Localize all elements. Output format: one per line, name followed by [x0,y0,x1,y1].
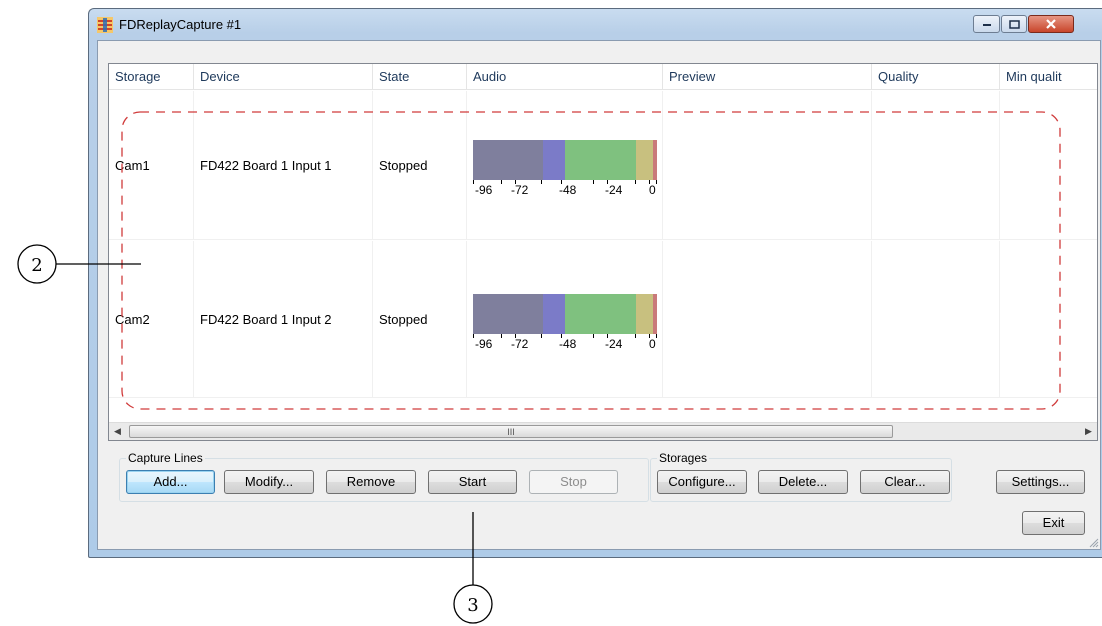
column-header-audio[interactable]: Audio [467,64,663,90]
window-title: FDReplayCapture #1 [119,17,242,32]
meter-scale-label: -96 [475,183,493,197]
thumb-grip: III [507,426,515,437]
exit-button[interactable]: Exit [1022,511,1085,535]
cell-audio: -96 -72 -48 -24 0 [467,241,663,397]
callout-2-circle [17,244,57,284]
meter-segment [473,294,543,334]
meter-tick [635,334,636,338]
column-header-state[interactable]: State [373,64,467,90]
close-button[interactable] [1028,15,1074,33]
meter-segment [473,140,543,180]
meter-segment [653,294,657,334]
meter-scale: -96 -72 -48 -24 0 [473,334,662,352]
storages-group: Storages Configure... Delete... Clear... [650,451,952,502]
meter-scale: -96 -72 -48 -24 0 [473,180,662,198]
meter-tick [635,180,636,184]
settings-button[interactable]: Settings... [996,470,1085,494]
meter-tick [593,334,594,338]
meter-tick [656,180,657,184]
meter-segment [636,140,653,180]
meter-scale-label: -96 [475,337,493,351]
meter-segment [636,294,653,334]
close-icon [1046,19,1056,29]
meter-segment [543,140,565,180]
meter-segment [653,140,657,180]
column-header-storage[interactable]: Storage [109,64,194,90]
meter-tick [501,180,502,184]
add-button[interactable]: Add... [126,470,215,494]
cell-audio: -96 -72 -48 -24 0 [467,91,663,239]
maximize-button[interactable] [1001,15,1027,33]
meter-tick [593,180,594,184]
start-button[interactable]: Start [428,470,517,494]
meter-scale-label: -48 [559,337,577,351]
title-bar[interactable]: FDReplayCapture #1 [89,9,1102,39]
cell-quality [872,241,1000,397]
cell-preview [663,241,872,397]
meter-segment [565,140,636,180]
meter-tick [501,334,502,338]
minimize-icon [982,24,991,26]
cell-min-quality [1000,241,1097,397]
app-icon [97,17,113,33]
remove-button[interactable]: Remove [326,470,416,494]
stop-button[interactable]: Stop [529,470,618,494]
meter-tick [541,180,542,184]
meter-tick [473,180,474,184]
scroll-right-arrow-icon[interactable]: ▶ [1080,423,1097,440]
meter-scale-label: -48 [559,183,577,197]
cell-quality [872,91,1000,239]
cell-storage: Cam1 [109,91,194,239]
cell-storage: Cam2 [109,241,194,397]
callout-3-circle [453,584,493,624]
cell-state: Stopped [373,241,467,397]
meter-tick [541,334,542,338]
capture-lines-group: Capture Lines Add... Modify... Remove St… [119,451,649,502]
app-window: FDReplayCapture #1 Storage Device State … [88,8,1102,558]
meter-scale-label: 0 [649,337,656,351]
column-header-quality[interactable]: Quality [872,64,1000,90]
meter-scale-label: -24 [605,337,623,351]
cell-state: Stopped [373,91,467,239]
clear-button[interactable]: Clear... [860,470,950,494]
client-area: Storage Device State Audio Preview Quali… [97,40,1101,550]
scroll-left-arrow-icon[interactable]: ◀ [109,423,126,440]
storages-label: Storages [657,451,710,465]
configure-button[interactable]: Configure... [657,470,747,494]
meter-scale-label: 0 [649,183,656,197]
cell-preview [663,91,872,239]
audio-level-meter: -96 -72 -48 -24 0 [473,140,662,198]
capture-lines-list[interactable]: Storage Device State Audio Preview Quali… [108,63,1098,441]
meter-bar [473,294,657,334]
meter-segment [543,294,565,334]
meter-scale-label: -24 [605,183,623,197]
horizontal-scrollbar[interactable]: ◀ III ▶ [109,422,1097,440]
meter-tick [473,334,474,338]
delete-button[interactable]: Delete... [758,470,848,494]
column-header-min-quality[interactable]: Min qualit [1000,64,1097,90]
resize-grip-icon[interactable] [1087,536,1099,548]
modify-button[interactable]: Modify... [224,470,314,494]
callout-2-number: 2 [31,255,42,276]
table-row[interactable]: Cam2 FD422 Board 1 Input 2 Stopped -96 -7… [109,241,1097,398]
meter-tick [656,334,657,338]
callout-3-number: 3 [467,595,478,616]
meter-segment [565,294,636,334]
column-header-preview[interactable]: Preview [663,64,872,90]
list-header: Storage Device State Audio Preview Quali… [109,64,1097,90]
cell-device: FD422 Board 1 Input 2 [194,241,373,397]
minimize-button[interactable] [973,15,1000,33]
maximize-icon [1008,19,1020,29]
scrollbar-thumb[interactable]: III [129,425,893,438]
column-header-device[interactable]: Device [194,64,373,90]
meter-scale-label: -72 [511,337,529,351]
table-row[interactable]: Cam1 FD422 Board 1 Input 1 Stopped -96 -7… [109,91,1097,240]
cell-device: FD422 Board 1 Input 1 [194,91,373,239]
audio-level-meter: -96 -72 -48 -24 0 [473,294,662,352]
capture-lines-label: Capture Lines [126,451,205,465]
cell-min-quality [1000,91,1097,239]
meter-scale-label: -72 [511,183,529,197]
meter-bar [473,140,657,180]
